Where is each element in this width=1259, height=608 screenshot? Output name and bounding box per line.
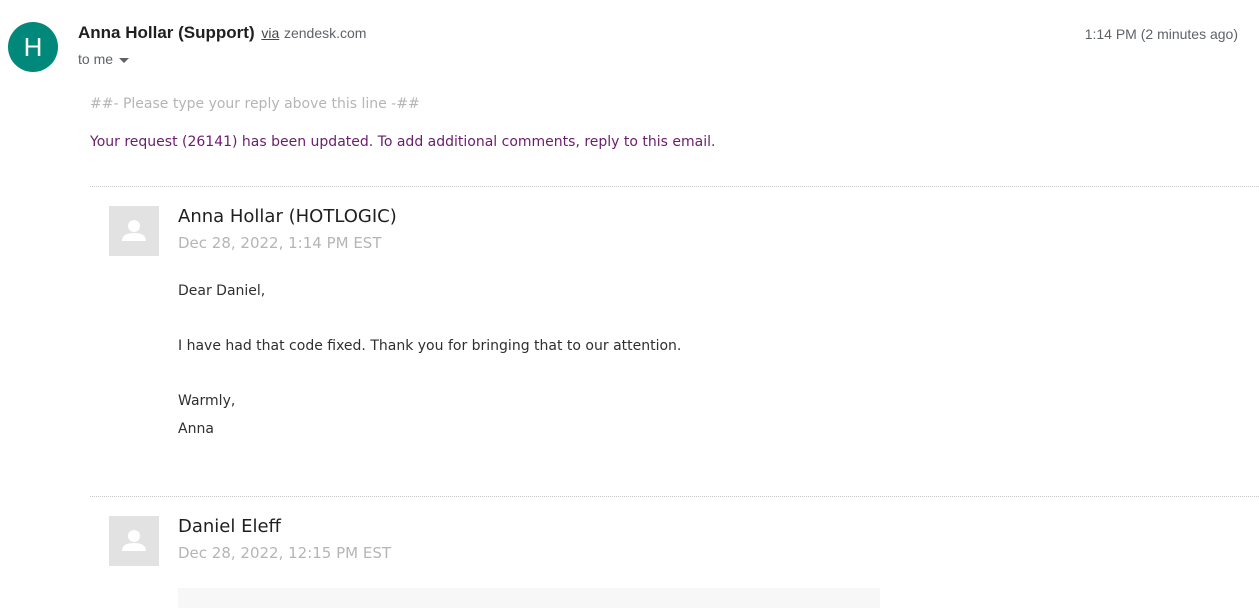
- sender-avatar[interactable]: H: [8, 22, 58, 72]
- email-timestamp: 1:14 PM (2 minutes ago): [1084, 26, 1238, 42]
- comment-divider: [90, 496, 1259, 497]
- avatar: [109, 206, 159, 256]
- user-placeholder-icon: [122, 530, 146, 551]
- email-header: H Anna Hollar (Support) via zendesk.com …: [0, 0, 1259, 90]
- comment-divider: [90, 186, 1259, 187]
- comment-author: Anna Hollar (HOTLOGIC): [178, 206, 397, 227]
- comment-body-line: Anna: [178, 421, 214, 437]
- recipient-label: to me: [78, 51, 114, 67]
- comment-body-line: Warmly,: [178, 393, 236, 409]
- request-notice: Your request (26141) has been updated. T…: [90, 134, 716, 150]
- sender-line: Anna Hollar (Support) via zendesk.com: [78, 23, 366, 43]
- comment-body-line: Dear Daniel,: [178, 283, 266, 299]
- sender-name[interactable]: Anna Hollar (Support): [78, 23, 255, 42]
- comment-author-name: Daniel Eleff: [178, 516, 281, 537]
- avatar: [109, 516, 159, 566]
- comment-author-org: (HOTLOGIC): [288, 206, 397, 227]
- recipient-details-toggle[interactable]: to me: [78, 51, 130, 67]
- chevron-down-icon[interactable]: [119, 57, 130, 63]
- reply-marker: ##- Please type your reply above this li…: [90, 96, 420, 112]
- user-placeholder-icon: [122, 220, 146, 241]
- via-domain: zendesk.com: [283, 25, 367, 41]
- via-link[interactable]: via: [261, 25, 279, 41]
- quoted-message-box: [178, 588, 880, 608]
- comment-body-line: I have had that code fixed. Thank you fo…: [178, 338, 682, 354]
- comment-date: Dec 28, 2022, 12:15 PM EST: [178, 544, 392, 562]
- comment-date: Dec 28, 2022, 1:14 PM EST: [178, 234, 382, 252]
- comment-author: Daniel Eleff: [178, 516, 281, 537]
- comment-author-name: Anna Hollar: [178, 206, 283, 227]
